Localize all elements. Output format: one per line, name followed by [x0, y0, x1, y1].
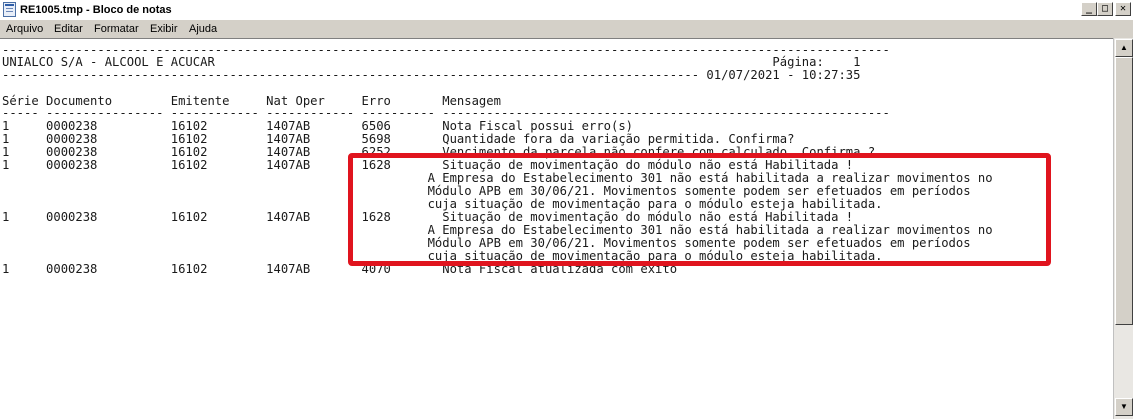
title-bar: RE1005.tmp - Bloco de notas _ □ ✕	[0, 0, 1133, 20]
text-line: 1 0000238 16102 1407AB 4070 Nota Fiscal …	[2, 262, 678, 276]
menu-formatar[interactable]: Formatar	[94, 22, 139, 36]
scroll-thumb[interactable]	[1115, 57, 1133, 325]
window-title: RE1005.tmp - Bloco de notas	[20, 4, 172, 16]
text-editor[interactable]: ----------------------------------------…	[0, 38, 1113, 419]
maximize-button[interactable]: □	[1097, 2, 1113, 16]
menu-bar: Arquivo Editar Formatar Exibir Ajuda	[0, 20, 1133, 38]
menu-arquivo[interactable]: Arquivo	[6, 22, 43, 36]
close-button[interactable]: ✕	[1115, 2, 1131, 16]
menu-ajuda[interactable]: Ajuda	[189, 22, 217, 36]
menu-editar[interactable]: Editar	[54, 22, 83, 36]
menu-exibir[interactable]: Exibir	[150, 22, 178, 36]
scroll-up-button[interactable]: ▲	[1115, 39, 1133, 57]
vertical-scrollbar[interactable]: ▲ ▼	[1113, 38, 1133, 419]
minimize-button[interactable]: _	[1081, 2, 1097, 16]
text-line: ----------------------------------------…	[2, 68, 861, 82]
notepad-icon	[3, 2, 16, 17]
scroll-down-button[interactable]: ▼	[1115, 398, 1133, 416]
